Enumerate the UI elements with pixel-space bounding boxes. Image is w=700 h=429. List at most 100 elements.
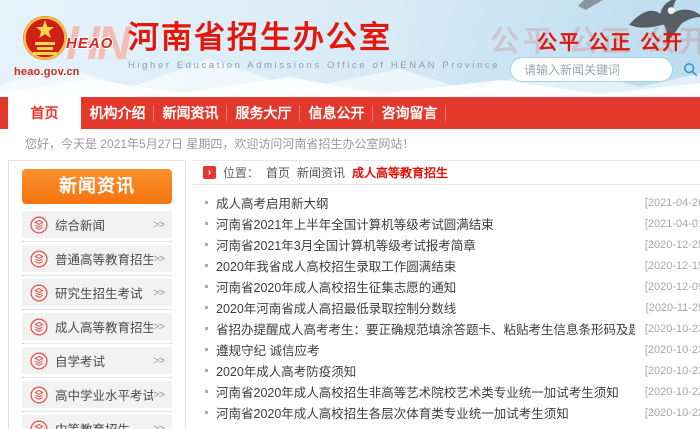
breadcrumb-prefix: 位置： [223,164,259,181]
news-date: [2020-10-23] [645,365,700,377]
sidebar-item-label: 中等教育招生 [55,419,153,429]
stacked-layers-icon [30,420,48,429]
news-link[interactable]: 成人高考启用新大纲 [216,193,635,212]
double-chevron-icon: >> [153,389,164,401]
page: heao.gov.cn HN HEAO 河南省招生办公室 Higher Educ… [0,0,700,429]
stacked-layers-icon [30,216,48,234]
sidebar-item-0[interactable]: 综合新闻 >> [22,211,172,238]
sidebar-item-6[interactable]: 中等教育招生 >> [22,415,172,429]
stacked-layers-icon [30,352,48,370]
news-row: 2020年河南省成人高招最低录取控制分数线 [2020-11-25] [205,297,700,318]
news-link[interactable]: 遵规守纪 诚信应考 [216,340,635,359]
news-row: 成人高考启用新大纲 [2021-04-26] [205,192,700,213]
heao-logo: HN HEAO [66,16,130,70]
stacked-layers-icon [30,250,48,268]
news-date: [2020-10-22] [645,407,700,419]
bullet-icon [205,285,208,288]
search-input[interactable] [511,63,683,77]
sidebar-item-3[interactable]: 成人高等教育招生 >> [22,313,172,340]
sidebar-item-label: 成人高等教育招生 [55,317,153,336]
search-icon[interactable] [683,62,698,77]
welcome-message: 您好，今天是 2021年5月27日 星期四，欢迎访问河南省招生办公室网站！ [0,129,700,160]
main-area: 新闻资讯 综合新闻 >> [8,160,692,429]
bullet-icon [205,222,208,225]
sidebar-title[interactable]: 新闻资讯 [22,169,172,204]
search-box [510,57,673,82]
news-date: [2020-11-25] [646,302,700,314]
news-date: [2020-12-09] [645,281,700,293]
nav-item-4[interactable]: 信息公开 [300,97,373,129]
nav-item-1[interactable]: 机构介绍 [81,97,154,129]
news-row: 省招办提醒成人高考考生：要正确规范填涂答题卡、粘贴考生信息条形码及题型码 [20… [205,318,700,339]
news-link[interactable]: 2020年河南省成人高招最低录取控制分数线 [216,298,636,317]
double-chevron-icon: >> [153,355,164,367]
news-row: 河南省2020年成人高校招生征集志愿的通知 [2020-12-09] [205,276,700,297]
breadcrumb-current: 成人高等教育招生 [352,164,448,181]
double-chevron-icon: >> [153,423,164,429]
site-header: heao.gov.cn HN HEAO 河南省招生办公室 Higher Educ… [0,0,700,97]
stacked-layers-icon [30,284,48,302]
news-link[interactable]: 河南省2020年成人高校招生各层次体育类专业统一加试考生须知 [216,403,635,422]
main-nav: 首页机构介绍新闻资讯服务大厅信息公开咨询留言 [0,97,700,129]
bullet-icon [205,243,208,246]
sidebar-item-1[interactable]: 普通高等教育招生 >> [22,245,172,272]
news-date: [2020-12-15] [645,260,700,272]
news-row: 2020年我省成人高校招生录取工作圆满结束 [2020-12-15] [205,255,700,276]
bullet-icon [205,411,208,414]
news-row: 河南省2021年3月全国计算机等级考试报考简章 [2020-12-25] [205,234,700,255]
news-content-panel: › 位置： 首页新闻资讯 成人高等教育招生 成人高考启用新大纲 [2021-04… [193,160,700,429]
news-date: [2021-04-01] [645,218,700,230]
news-link[interactable]: 河南省2021年3月全国计算机等级考试报考简章 [216,235,635,254]
news-date: [2020-12-25] [645,239,700,251]
bullet-icon [205,348,208,351]
sidebar-item-2[interactable]: 研究生招生考试 >> [22,279,172,306]
news-link[interactable]: 2020年我省成人高校招生录取工作圆满结束 [216,256,635,275]
sidebar-list: 综合新闻 >> 普通高等教育招生 >> [22,211,172,429]
news-link[interactable]: 河南省2020年成人高校招生非高等艺术院校艺术类专业统一加试考生须知 [216,382,635,401]
sidebar-item-label: 综合新闻 [55,215,153,234]
sidebar-item-label: 高中学业水平考试 [55,385,153,404]
national-emblem-icon [22,12,68,64]
nav-item-3[interactable]: 服务大厅 [227,97,300,129]
news-link[interactable]: 河南省2020年成人高校招生征集志愿的通知 [216,277,635,296]
breadcrumb-arrow-icon: › [203,166,216,179]
nav-item-5[interactable]: 咨询留言 [373,97,446,129]
breadcrumb-link[interactable]: 首页 [266,164,290,181]
news-row: 河南省2020年成人高校招生非高等艺术院校艺术类专业统一加试考生须知 [2020… [205,381,700,402]
bullet-icon [205,369,208,372]
nav-item-0[interactable]: 首页 [8,97,81,129]
bullet-icon [205,264,208,267]
news-row: 河南省2020年成人高校招生各层次体育类专业统一加试考生须知 [2020-10-… [205,402,700,423]
sidebar-item-4[interactable]: 自学考试 >> [22,347,172,374]
sidebar-item-label: 自学考试 [55,351,153,370]
slogan: 公平 公正 公开 [537,26,684,55]
news-sidebar: 新闻资讯 综合新闻 >> [8,160,186,429]
news-link[interactable]: 河南省2021年上半年全国计算机等级考试圆满结束 [216,214,635,233]
small-eagle-wing-icon [578,0,612,10]
logo-acronym: HEAO [66,35,113,52]
news-link[interactable]: 2020年成人高考防疫须知 [216,361,635,380]
sidebar-item-label: 普通高等教育招生 [55,249,153,268]
double-chevron-icon: >> [153,219,164,231]
page-subtitle: Higher Education Admissions Office of HE… [128,60,500,71]
bullet-icon [205,201,208,204]
news-row: 2020年成人高考防疫须知 [2020-10-23] [205,360,700,381]
news-list: 成人高考启用新大纲 [2021-04-26] 河南省2021年上半年全国计算机等… [193,185,700,423]
stacked-layers-icon [30,386,48,404]
bullet-icon [205,306,208,309]
news-date: [2020-10-23] [645,344,700,356]
breadcrumb-link[interactable]: 新闻资讯 [297,164,345,181]
sidebar-item-label: 研究生招生考试 [55,283,153,302]
double-chevron-icon: >> [153,287,164,299]
news-date: [2021-04-26] [645,197,700,209]
stacked-layers-icon [30,318,48,336]
news-link[interactable]: 省招办提醒成人高考考生：要正确规范填涂答题卡、粘贴考生信息条形码及题型码 [216,319,635,338]
nav-item-2[interactable]: 新闻资讯 [154,97,227,129]
sidebar-item-5[interactable]: 高中学业水平考试 >> [22,381,172,408]
site-title-block: 河南省招生办公室 Higher Education Admissions Off… [128,20,500,71]
double-chevron-icon: >> [153,253,164,265]
news-date: [2020-10-23] [645,323,700,335]
news-row: 河南省2021年上半年全国计算机等级考试圆满结束 [2021-04-01] [205,213,700,234]
bullet-icon [205,327,208,330]
news-date: [2020-10-22] [645,386,700,398]
